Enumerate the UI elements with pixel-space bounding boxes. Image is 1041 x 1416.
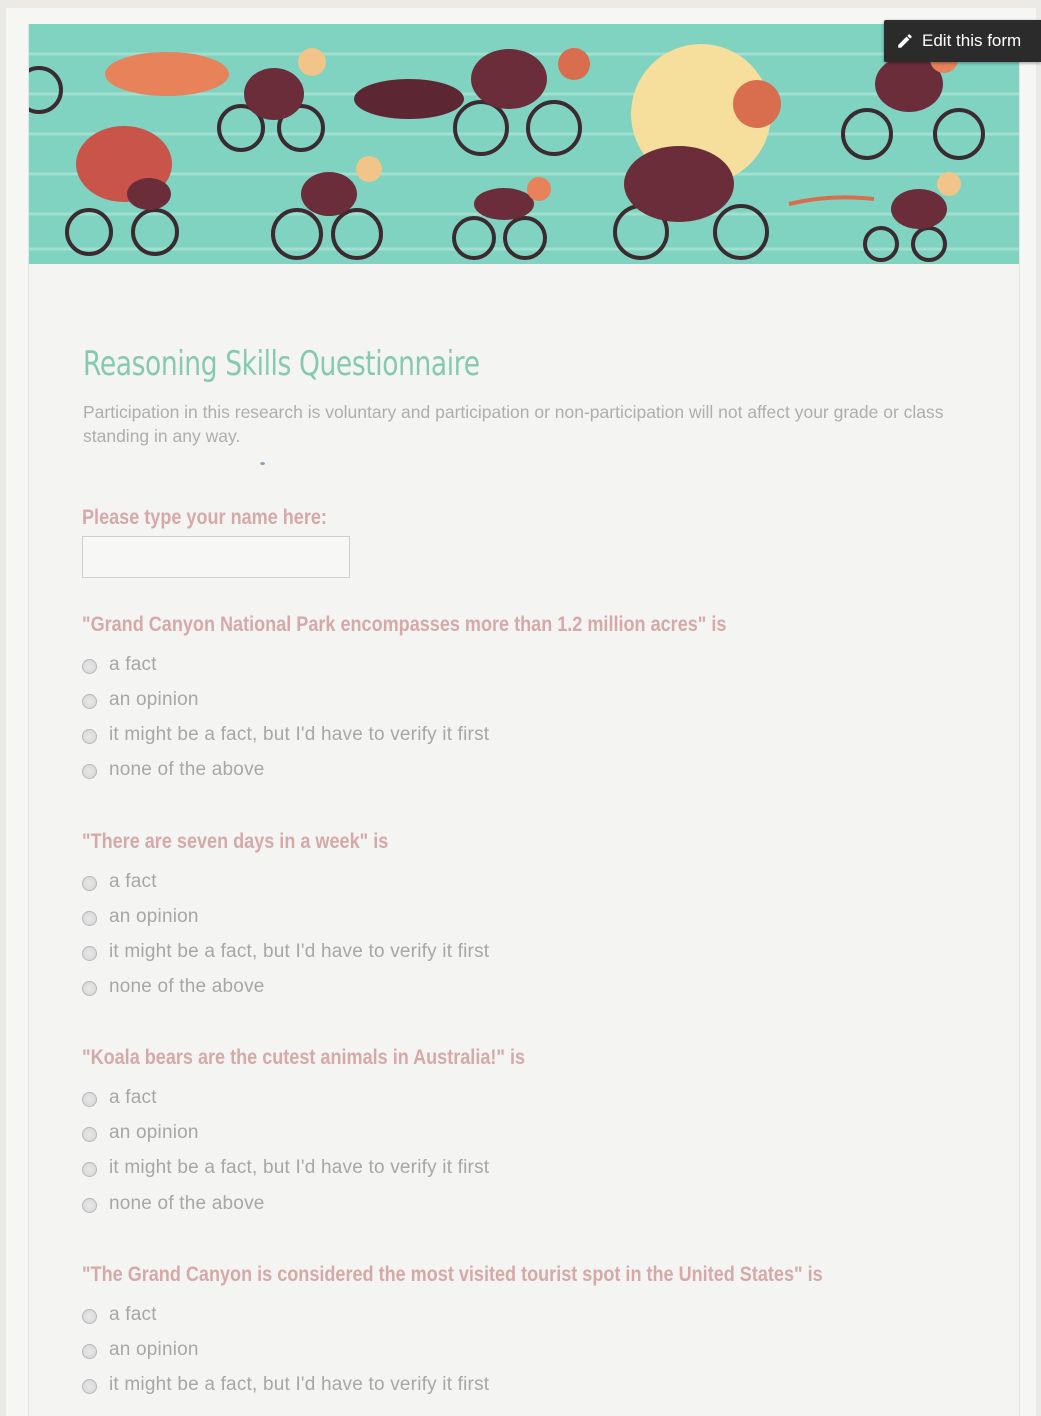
question-1-option-verify[interactable]: it might be a fact, but I'd have to veri…: [82, 724, 489, 746]
question-3-option-none[interactable]: none of the above: [82, 1193, 265, 1215]
question-1-option-none[interactable]: none of the above: [82, 759, 265, 781]
option-label: it might be a fact, but I'd have to veri…: [109, 724, 490, 745]
form-title: Reasoning Skills Questionnaire: [83, 344, 480, 384]
question-1-title: "Grand Canyon National Park encompasses …: [82, 613, 727, 636]
option-label: it might be a fact, but I'd have to veri…: [109, 1157, 490, 1178]
radio-button[interactable]: [82, 1126, 97, 1142]
radio-button[interactable]: [82, 910, 97, 926]
option-label: an opinion: [109, 906, 199, 927]
option-label: an opinion: [109, 689, 199, 710]
scan-speck: [260, 462, 265, 465]
question-4-option-fact[interactable]: a fact: [82, 1304, 157, 1326]
radio-button[interactable]: [82, 728, 97, 744]
cycling-animals-illustration: [29, 24, 1019, 264]
question-1-option-opinion[interactable]: an opinion: [82, 689, 199, 711]
edit-form-button[interactable]: Edit this form: [884, 20, 1041, 62]
question-1-option-fact[interactable]: a fact: [82, 654, 157, 676]
radio-button[interactable]: [82, 980, 97, 996]
question-3-option-opinion[interactable]: an opinion: [82, 1122, 199, 1144]
option-label: none of the above: [109, 1193, 265, 1214]
pencil-icon: [898, 34, 912, 48]
radio-button[interactable]: [82, 1308, 97, 1324]
option-label: it might be a fact, but I'd have to veri…: [109, 941, 490, 962]
option-label: a fact: [109, 871, 157, 892]
radio-button[interactable]: [82, 693, 97, 709]
option-label: a fact: [109, 1304, 157, 1325]
option-label: a fact: [109, 654, 157, 675]
option-label: an opinion: [109, 1122, 199, 1143]
question-2-option-verify[interactable]: it might be a fact, but I'd have to veri…: [82, 941, 489, 963]
radio-button[interactable]: [82, 1197, 97, 1213]
option-label: it might be a fact, but I'd have to veri…: [109, 1374, 490, 1395]
radio-button[interactable]: [82, 945, 97, 961]
radio-button[interactable]: [82, 1091, 97, 1107]
option-label: a fact: [109, 1087, 157, 1108]
option-label: none of the above: [109, 759, 265, 780]
option-label: an opinion: [109, 1339, 199, 1360]
question-2-title: "There are seven days in a week" is: [82, 830, 389, 853]
radio-button[interactable]: [82, 1161, 97, 1177]
radio-button[interactable]: [82, 763, 97, 779]
name-question-label: Please type your name here:: [82, 506, 327, 529]
radio-button[interactable]: [82, 875, 97, 891]
question-4-option-opinion[interactable]: an opinion: [82, 1339, 199, 1361]
question-2-option-none[interactable]: none of the above: [82, 976, 265, 998]
radio-button[interactable]: [82, 1343, 97, 1359]
form-description: Participation in this research is volunt…: [83, 402, 944, 446]
name-input[interactable]: [82, 536, 350, 578]
header-banner-illustration: [29, 24, 1019, 264]
option-label: none of the above: [109, 976, 265, 997]
radio-button[interactable]: [82, 1378, 97, 1394]
question-2-option-opinion[interactable]: an opinion: [82, 906, 199, 928]
question-3-option-verify[interactable]: it might be a fact, but I'd have to veri…: [82, 1157, 489, 1179]
question-3-title: "Koala bears are the cutest animals in A…: [82, 1046, 526, 1069]
question-4-option-verify[interactable]: it might be a fact, but I'd have to veri…: [82, 1374, 489, 1396]
question-4-title: "The Grand Canyon is considered the most…: [82, 1263, 823, 1286]
edit-form-label: Edit this form: [922, 31, 1022, 50]
question-3-option-fact[interactable]: a fact: [82, 1087, 157, 1109]
question-2-option-fact[interactable]: a fact: [82, 871, 157, 893]
radio-button[interactable]: [82, 658, 97, 674]
